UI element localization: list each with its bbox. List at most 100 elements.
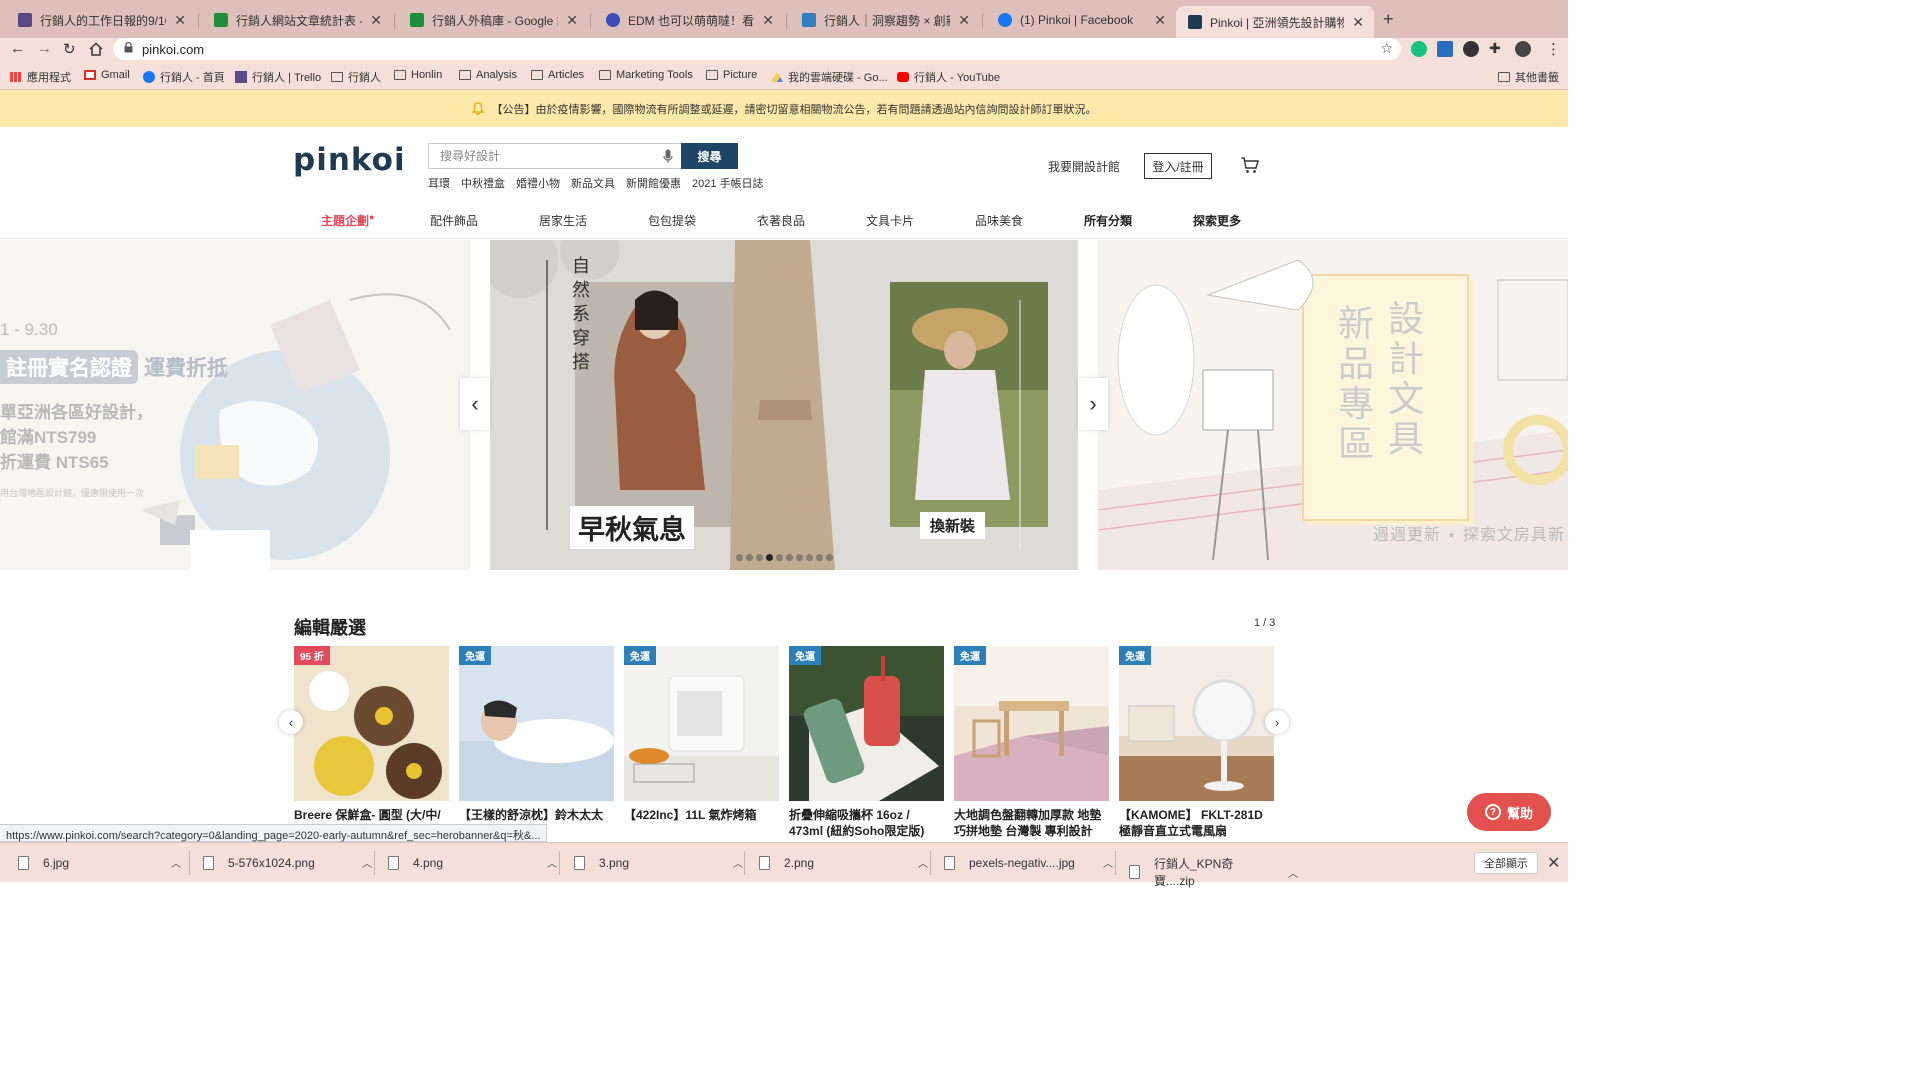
- banner-early-autumn[interactable]: 自然系穿搭 早秋氣息 換新裝: [490, 240, 1078, 570]
- carousel-dot[interactable]: [736, 554, 743, 561]
- account-avatar-icon[interactable]: [1515, 41, 1531, 57]
- browser-tab[interactable]: EDM 也可以萌萌噠！看看 Pinko ✕: [588, 6, 784, 34]
- bookmark-folder[interactable]: 行銷人: [331, 69, 381, 85]
- help-button[interactable]: ? 幫助: [1467, 793, 1551, 831]
- pinkoi-logo[interactable]: pinkoi: [293, 142, 406, 178]
- close-tab-icon[interactable]: ✕: [566, 12, 578, 29]
- hot-keyword-link[interactable]: 新開館優惠: [626, 175, 681, 191]
- search-input[interactable]: [429, 144, 649, 168]
- menu-kebab-icon[interactable]: ⋮: [1546, 40, 1561, 58]
- close-tab-icon[interactable]: ✕: [174, 12, 186, 29]
- product-card[interactable]: 免運 大地調色盤翻轉加厚款 地墊 巧拼地墊 台灣製 專利設計 歐...: [954, 646, 1109, 839]
- chevron-up-icon[interactable]: ︿: [1103, 855, 1113, 870]
- category-accessories[interactable]: 配件飾品: [430, 212, 478, 229]
- hot-keyword-link[interactable]: 中秋禮盒: [461, 175, 505, 191]
- chevron-up-icon[interactable]: ︿: [362, 855, 372, 870]
- product-card[interactable]: 免運 【KAMOME】 FKLT-281D 極靜音直立式電風扇: [1119, 646, 1274, 839]
- chevron-up-icon[interactable]: ︿: [547, 855, 557, 870]
- bookmark-folder[interactable]: Marketing Tools: [599, 69, 693, 81]
- bookmark-folder[interactable]: Honlin: [394, 69, 442, 81]
- carousel-dot[interactable]: [746, 554, 753, 561]
- reload-icon[interactable]: ↻: [63, 40, 76, 58]
- picks-prev-button[interactable]: ‹: [279, 710, 303, 734]
- chevron-up-icon[interactable]: ︿: [918, 855, 928, 870]
- category-clothing[interactable]: 衣著良品: [757, 212, 805, 229]
- login-register-button[interactable]: 登入/註冊: [1144, 153, 1212, 179]
- microphone-icon[interactable]: [663, 149, 673, 164]
- download-item[interactable]: 行銷人_KPN奇寶....zip ︿: [1129, 855, 1298, 889]
- bookmark-folder[interactable]: Analysis: [459, 69, 517, 81]
- show-all-downloads-button[interactable]: 全部顯示: [1474, 852, 1538, 874]
- close-downloads-icon[interactable]: ✕: [1547, 853, 1560, 873]
- hot-keyword-link[interactable]: 耳環: [428, 175, 450, 191]
- hot-keyword-link[interactable]: 新品文具: [571, 175, 615, 191]
- close-tab-icon[interactable]: ✕: [1352, 14, 1364, 31]
- hot-keyword-link[interactable]: 婚禮小物: [516, 175, 560, 191]
- browser-tab[interactable]: 行銷人｜洞察趨勢 × 創新觀點 ✕: [784, 6, 980, 34]
- close-tab-icon[interactable]: ✕: [958, 12, 970, 29]
- other-bookmarks-folder[interactable]: 其他書籤: [1498, 69, 1559, 85]
- back-icon[interactable]: ←: [10, 40, 25, 57]
- home-icon[interactable]: [89, 42, 103, 56]
- download-item[interactable]: 4.png ︿: [388, 855, 557, 870]
- carousel-next-button[interactable]: ›: [1078, 378, 1108, 430]
- bookmark-item[interactable]: 應用程式: [10, 69, 71, 85]
- new-tab-icon[interactable]: +: [1383, 9, 1394, 30]
- browser-tab[interactable]: 行銷人外稿庫 - Google 試算表 ✕: [392, 6, 588, 34]
- browser-tab[interactable]: 行銷人的工作日報的9/16（四） ✕: [0, 6, 196, 34]
- browser-tab[interactable]: 行銷人網站文章統計表 - Google ✕: [196, 6, 392, 34]
- product-card[interactable]: 免運 【422Inc】11L 氣炸烤箱: [624, 646, 779, 839]
- product-card[interactable]: 免運 折疊伸縮吸攜杯 16oz / 473ml (紐約Soho限定版): [789, 646, 944, 839]
- carousel-dot[interactable]: [796, 554, 803, 561]
- search-button[interactable]: 搜尋: [681, 143, 738, 169]
- browser-tab[interactable]: (1) Pinkoi | Facebook ✕: [980, 6, 1176, 34]
- close-tab-icon[interactable]: ✕: [370, 12, 382, 29]
- category-bags[interactable]: 包包提袋: [648, 212, 696, 229]
- download-item[interactable]: 2.png ︿: [759, 855, 928, 870]
- carousel-dot[interactable]: [826, 554, 833, 561]
- picks-next-button[interactable]: ›: [1265, 710, 1289, 734]
- close-tab-icon[interactable]: ✕: [762, 12, 774, 29]
- profile-k-icon[interactable]: [1463, 41, 1479, 57]
- product-card[interactable]: 95 折 Breere 保鮮盒- 圓型 (大/中/小: [294, 646, 449, 839]
- hot-keyword-link[interactable]: 2021 手帳日誌: [692, 175, 764, 191]
- banner-stationery[interactable]: 新品專區 設計文具 週週更新 ⋆ 探索文房具新: [1098, 240, 1568, 570]
- chevron-up-icon[interactable]: ︿: [1288, 865, 1298, 880]
- category-explore-more[interactable]: 探索更多: [1193, 212, 1241, 229]
- bookmark-item[interactable]: 行銷人 - 首頁: [143, 69, 225, 85]
- bookmark-item[interactable]: Gmail: [84, 69, 130, 81]
- category-themed-projects[interactable]: 主題企劃●: [321, 212, 374, 229]
- bookmark-item[interactable]: 行銷人 - YouTube: [897, 69, 1000, 85]
- download-item[interactable]: 5-576x1024.png ︿: [203, 855, 372, 870]
- carousel-dot[interactable]: [816, 554, 823, 561]
- bookmark-item[interactable]: 我的雲端硬碟 - Go...: [771, 69, 888, 85]
- bookmark-folder[interactable]: Articles: [531, 69, 584, 81]
- carousel-dot[interactable]: [776, 554, 783, 561]
- bookmark-star-icon[interactable]: ☆: [1380, 40, 1393, 57]
- chevron-up-icon[interactable]: ︿: [171, 855, 181, 870]
- product-card[interactable]: 免運 【王樣的舒涼枕】鈴木太太公: [459, 646, 614, 839]
- category-all[interactable]: 所有分類: [1084, 212, 1132, 229]
- shopping-cart-icon[interactable]: [1241, 157, 1259, 174]
- carousel-dot[interactable]: [806, 554, 813, 561]
- close-tab-icon[interactable]: ✕: [1154, 12, 1166, 29]
- download-item[interactable]: 3.png ︿: [574, 855, 743, 870]
- category-stationery[interactable]: 文具卡片: [866, 212, 914, 229]
- address-bar[interactable]: pinkoi.com ☆: [113, 38, 1401, 60]
- category-home-living[interactable]: 居家生活: [539, 212, 587, 229]
- carousel-prev-button[interactable]: ‹: [460, 378, 490, 430]
- bookmark-item[interactable]: 行銷人 | Trello: [235, 69, 321, 85]
- open-shop-link[interactable]: 我要開設計館: [1048, 158, 1120, 175]
- carousel-dot[interactable]: [786, 554, 793, 561]
- category-food[interactable]: 品味美食: [975, 212, 1023, 229]
- grammarly-icon[interactable]: [1411, 41, 1427, 57]
- extensions-puzzle-icon[interactable]: ✚: [1489, 40, 1501, 57]
- download-item[interactable]: pexels-negativ....jpg ︿: [944, 855, 1113, 870]
- carousel-dot[interactable]: [756, 554, 763, 561]
- banner-shipping-promo[interactable]: 1 - 9.30 註冊實名認證 運費折抵 單亞洲各區好設計， 館滿NTS799 …: [0, 240, 470, 570]
- browser-tab-active[interactable]: Pinkoi | 亞洲領先設計購物網站 ✕: [1176, 6, 1374, 38]
- download-item[interactable]: 6.jpg ︿: [18, 855, 181, 870]
- carousel-dot[interactable]: [766, 554, 773, 561]
- bookmark-folder[interactable]: Picture: [706, 69, 757, 81]
- extension-icon[interactable]: [1437, 41, 1453, 57]
